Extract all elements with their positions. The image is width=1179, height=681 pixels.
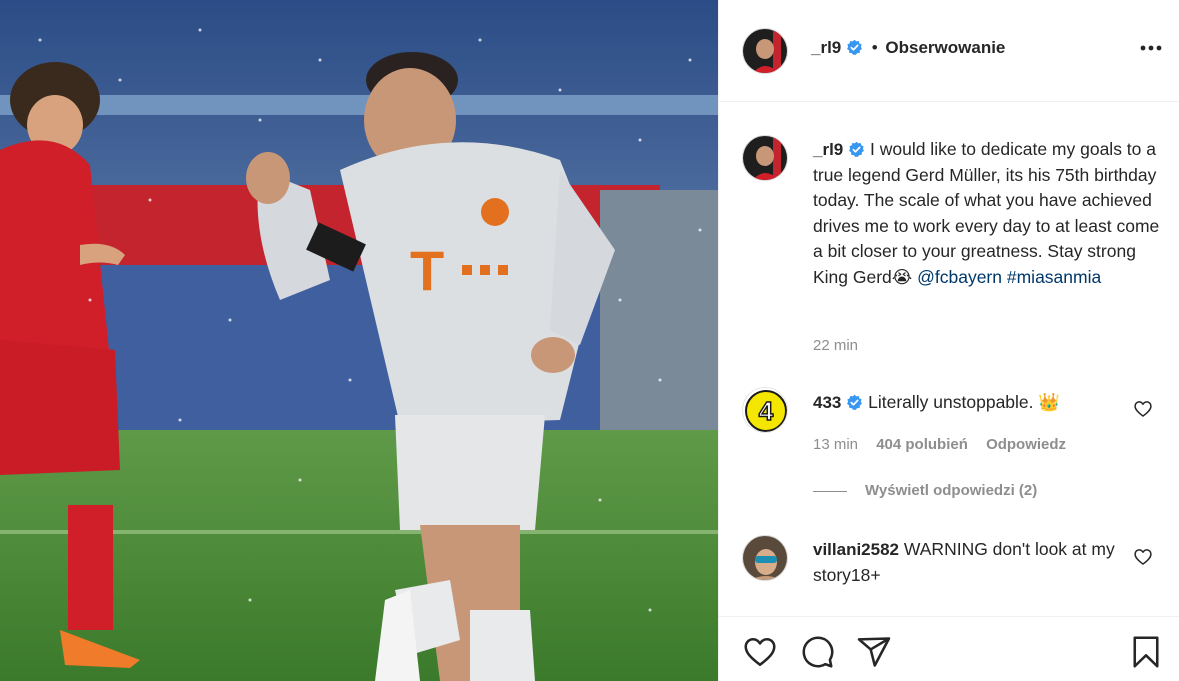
- comment-meta: 13 min 404 polubień Odpowiedz: [813, 436, 1080, 453]
- comment-likes-count[interactable]: 404 polubień: [876, 436, 968, 453]
- comment-reply-button[interactable]: Odpowiedz: [986, 436, 1066, 453]
- post-caption: _rl9 I would like to dedicate my goals t…: [813, 137, 1165, 290]
- view-replies-label: Wyświetl odpowiedzi (2): [865, 482, 1038, 499]
- comment-timestamp[interactable]: 13 min: [813, 436, 858, 453]
- bookmark-icon[interactable]: [1128, 634, 1164, 670]
- verified-icon: [847, 394, 863, 411]
- svg-text:T: T: [410, 239, 444, 302]
- verified-icon: [847, 39, 862, 56]
- caption-avatar[interactable]: [742, 135, 788, 181]
- post-action-bar: [719, 616, 1179, 681]
- replies-divider: [813, 490, 847, 492]
- comment-username[interactable]: 433: [813, 393, 841, 412]
- comment-text: Literally unstoppable. 👑: [868, 392, 1061, 412]
- author-line: _rl9 • Obserwowanie: [811, 38, 1005, 58]
- comment-icon[interactable]: [799, 634, 835, 670]
- view-replies-button[interactable]: Wyświetl odpowiedzi (2): [813, 482, 1037, 499]
- verified-icon: [849, 141, 865, 158]
- caption-username[interactable]: _rl9: [813, 140, 843, 159]
- post-photo[interactable]: T: [0, 0, 718, 681]
- comment-item: 433 Literally unstoppable. 👑: [813, 390, 1123, 416]
- post-header: _rl9 • Obserwowanie: [719, 0, 1179, 102]
- author-username[interactable]: _rl9: [811, 38, 841, 57]
- comment-like-heart-icon[interactable]: [1133, 547, 1153, 567]
- share-icon[interactable]: [856, 634, 892, 670]
- comment-avatar[interactable]: 4: [742, 387, 788, 433]
- author-avatar[interactable]: [742, 28, 788, 74]
- header-separator: •: [871, 38, 878, 57]
- heart-icon[interactable]: [742, 634, 778, 670]
- caption-mention-link[interactable]: @fcbayern: [917, 267, 1002, 287]
- photo-illustration: T: [0, 0, 718, 681]
- post-details-panel: _rl9 • Obserwowanie _rl9 I would like to…: [718, 0, 1179, 681]
- caption-text: I would like to dedicate my goals to a t…: [813, 139, 1160, 287]
- comment-avatar[interactable]: [742, 535, 788, 581]
- following-button[interactable]: Obserwowanie: [885, 38, 1005, 57]
- more-options-icon[interactable]: [1138, 38, 1164, 58]
- comment-item: villani2582 WARNING don't look at my sto…: [813, 537, 1123, 588]
- caption-hashtag-link[interactable]: #miasanmia: [1007, 267, 1101, 287]
- caption-timestamp[interactable]: 22 min: [813, 337, 858, 354]
- comment-username[interactable]: villani2582: [813, 540, 899, 559]
- comment-like-heart-icon[interactable]: [1133, 399, 1153, 419]
- comment-avatar-text: 4: [759, 396, 774, 426]
